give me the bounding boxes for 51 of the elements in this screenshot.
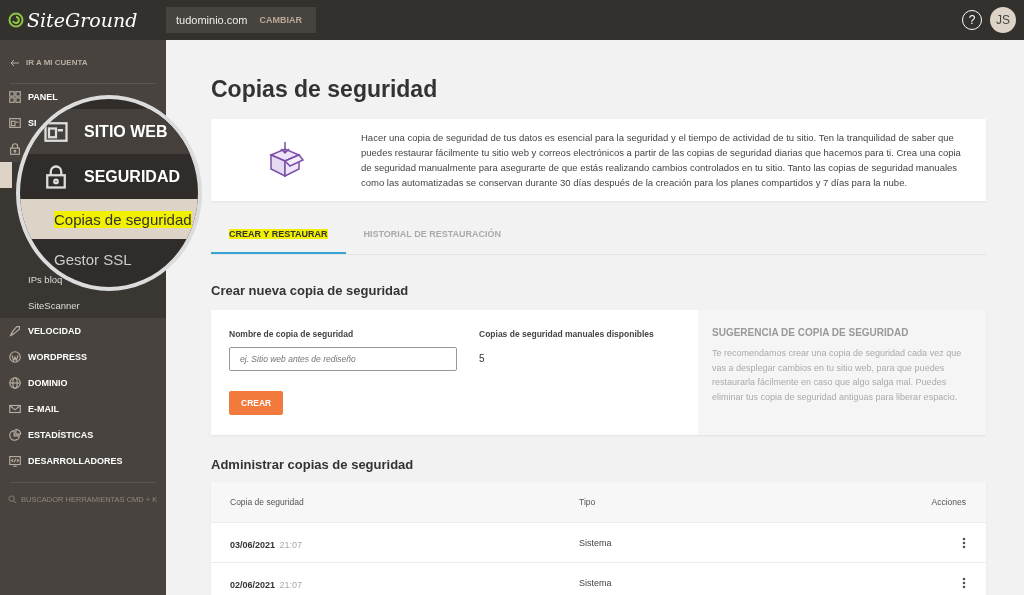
sidebar-item[interactable]: PANEL: [28, 92, 58, 102]
backup-type: Sistema: [579, 537, 613, 548]
page-title: Copias de seguridad: [211, 76, 439, 103]
sidebar-item[interactable]: VELOCIDAD: [28, 326, 81, 336]
avatar[interactable]: JS: [990, 7, 1016, 33]
column-header: Acciones: [930, 497, 966, 507]
pie-icon: [8, 428, 22, 442]
grid-icon: [8, 90, 22, 104]
more-icon[interactable]: [962, 536, 966, 549]
backup-date: 03/06/2021: [230, 539, 276, 550]
more-icon[interactable]: [962, 576, 966, 589]
tip-title: SUGERENCIA DE COPIA DE SEGURIDAD: [712, 327, 910, 338]
globe-icon: [8, 376, 22, 390]
backup-date: 02/06/2021: [230, 579, 276, 590]
sidebar-item[interactable]: WORDPRESS: [28, 352, 87, 362]
backup-type: Sistema: [579, 577, 613, 588]
back-link[interactable]: IR A MI CUENTA: [26, 58, 88, 67]
sidebar-subitem[interactable]: SiteScanner: [28, 299, 80, 311]
change-link[interactable]: CAMBIAR: [259, 15, 303, 25]
field-label: Nombre de copia de seguridad: [229, 329, 355, 339]
sidebar-item[interactable]: DOMINIO: [28, 378, 68, 388]
backup-time: 21:07: [279, 539, 303, 550]
available-count: 5: [479, 352, 486, 366]
sidebar-subitem[interactable]: Gestor SSL: [54, 250, 132, 268]
sidebar-item[interactable]: SI: [28, 118, 37, 128]
tip-text: Te recomendamos crear una copia de seguridad cada vez que vas a desplegar cambios en tu sitio web, para que puedes restaurarla fácilmente en caso que algo salga mal. Puedes eliminar tus copia de seguridad antiguas para liberar espacio.: [712, 347, 963, 404]
logo[interactable]: SiteGround: [27, 9, 138, 31]
sidebar-item[interactable]: DESARROLLADORES: [28, 456, 123, 466]
sidebar-item[interactable]: ESTADÍSTICAS: [28, 430, 94, 440]
site-icon: [8, 116, 22, 130]
sidebar-subitem[interactable]: Copias de seguridad: [54, 210, 192, 228]
tab[interactable]: CREAR Y RESTAURAR: [211, 223, 346, 254]
code-icon: [8, 454, 22, 468]
search-icon: [8, 495, 17, 504]
backup-name-field[interactable]: ej. Sitio web antes de rediseño: [229, 347, 457, 371]
section-heading: Crear nueva copia de seguridad: [211, 283, 410, 298]
backup-time: 21:07: [279, 579, 303, 590]
swirl-icon: [8, 12, 24, 28]
field-label: Copias de seguridad manuales disponibles: [479, 329, 655, 339]
mail-icon: [8, 402, 22, 416]
section-heading: Administrar copias de seguridad: [211, 457, 415, 472]
back-arrow-icon: [10, 58, 20, 67]
column-header: Tipo: [579, 497, 597, 507]
sidebar-item[interactable]: SEGURIDAD: [84, 167, 180, 186]
lock-icon: [8, 142, 22, 156]
info-text: Hacer una copia de seguridad de tus datos es esencial para la seguridad y el tiempo de actividad de tu sitio. Ten la tranquilidad de saber que puedes restaurar fácilmente tu sitio web y correos electrónicos a partir de las copias de seguridad diarias que hacemos para ti. Crea una copia de seguridad manualmente para asegurarte de que estás realizando cambios controlados en tu sitio. Tanto las copias de seguridad manuales como las automatizadas se conservan durante 30 días después de la creación para los planes compartidos y 7 días para la nube.: [361, 131, 962, 190]
sidebar-subitem[interactable]: IPs bloq: [28, 273, 63, 285]
column-header: Copia de seguridad: [230, 497, 305, 507]
sidebar-item[interactable]: E-MAIL: [28, 404, 59, 414]
domain-name: tudominio.com: [176, 14, 248, 26]
sidebar-item[interactable]: SITIO WEB: [84, 122, 168, 141]
